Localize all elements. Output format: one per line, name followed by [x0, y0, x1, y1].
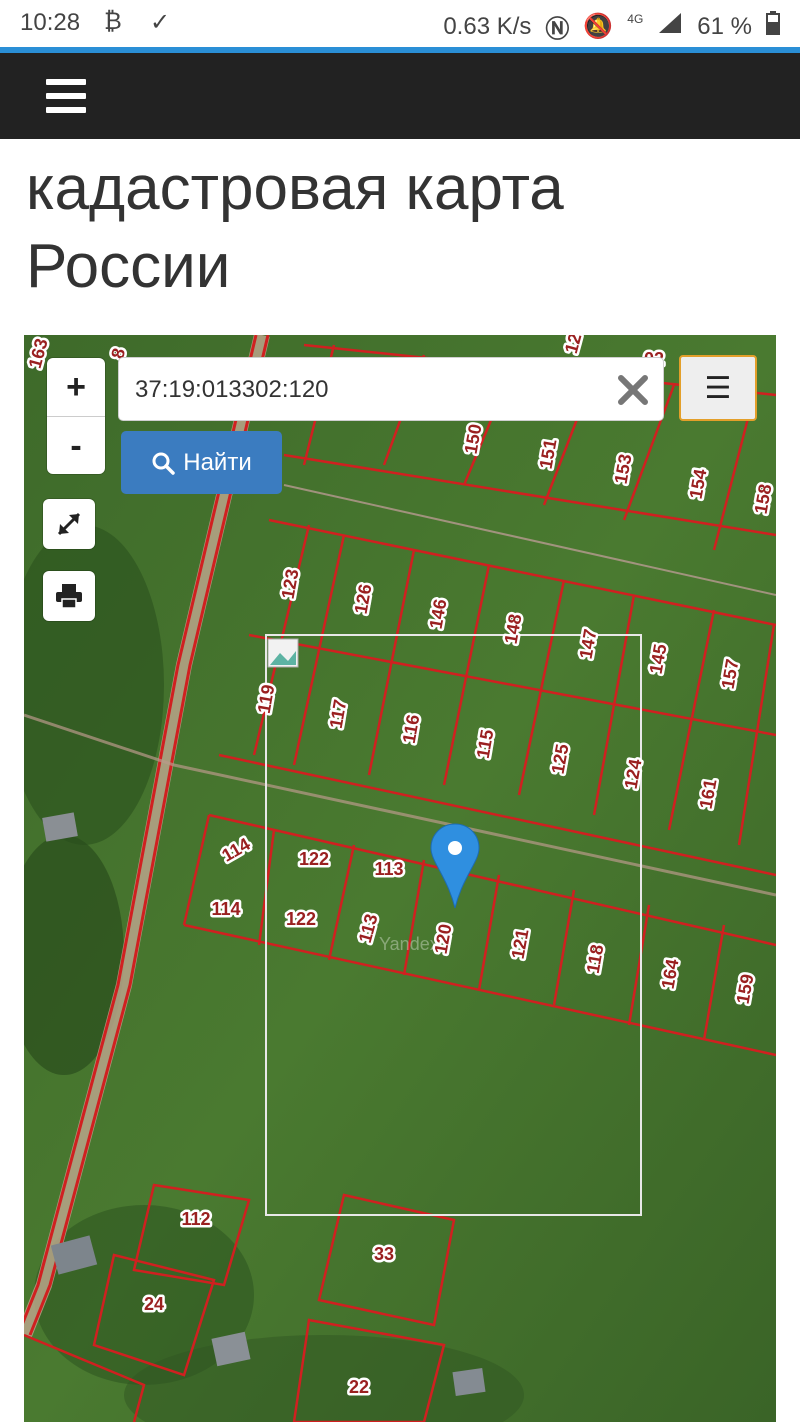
page-title-line2: России [26, 232, 231, 301]
broken-image-icon [267, 638, 299, 668]
page-title-line1: кадастровая карта [26, 154, 564, 223]
mute-icon: 🔕 [583, 13, 614, 40]
plot-label[interactable]: 33 [371, 1242, 396, 1267]
expand-icon [57, 512, 81, 536]
layers-menu-button[interactable]: ☰ [679, 355, 757, 421]
map-watermark: Yandex [379, 934, 439, 954]
cadastral-map[interactable]: Yandex 163812021501511531541581231261461… [24, 335, 776, 1422]
signal-icon [657, 11, 683, 42]
clear-search-icon[interactable] [613, 370, 653, 410]
status-bar: 10:28 ₿ ✓ 0.63 K/s Ⓝ 🔕 4G 61 % [0, 0, 800, 48]
fullscreen-button[interactable] [43, 499, 95, 549]
plot-label[interactable]: 113 [372, 857, 406, 882]
print-button[interactable] [43, 571, 95, 621]
zoom-in-button[interactable]: + [47, 358, 105, 417]
download-done-icon: ✓ [150, 9, 171, 36]
plot-label[interactable]: 22 [346, 1375, 371, 1400]
plot-label[interactable]: 122 [283, 907, 318, 932]
plot-label[interactable]: 24 [141, 1292, 166, 1317]
print-icon [56, 584, 82, 609]
map-canvas[interactable]: Yandex 163812021501511531541581231261461… [24, 335, 776, 1422]
zoom-controls: + - [47, 358, 105, 474]
page-title: кадастровая карта России [26, 150, 786, 306]
status-time: 10:28 [20, 9, 81, 36]
battery-level: 61 % [697, 12, 752, 40]
network-speed: 0.63 K/s [443, 12, 532, 40]
bitcoin-icon: ₿ [104, 8, 122, 35]
status-right: 0.63 K/s Ⓝ 🔕 4G 61 % [443, 9, 780, 44]
plot-label[interactable]: 112 [179, 1207, 213, 1232]
search-box [118, 357, 664, 421]
find-button[interactable]: Найти [121, 431, 282, 494]
plot-label[interactable]: 122 [296, 847, 331, 872]
zoom-out-button[interactable]: - [47, 417, 105, 475]
nfc-icon: Ⓝ [545, 16, 570, 43]
cadastral-number-input[interactable] [133, 370, 607, 410]
find-button-label: Найти [183, 448, 252, 476]
plot-label[interactable]: 114 [209, 897, 243, 922]
network-type: 4G [627, 11, 644, 26]
app-bar [0, 53, 800, 139]
list-menu-icon: ☰ [704, 371, 732, 405]
battery-icon [766, 11, 780, 42]
search-icon [152, 452, 175, 475]
hamburger-menu-icon[interactable] [46, 79, 86, 113]
